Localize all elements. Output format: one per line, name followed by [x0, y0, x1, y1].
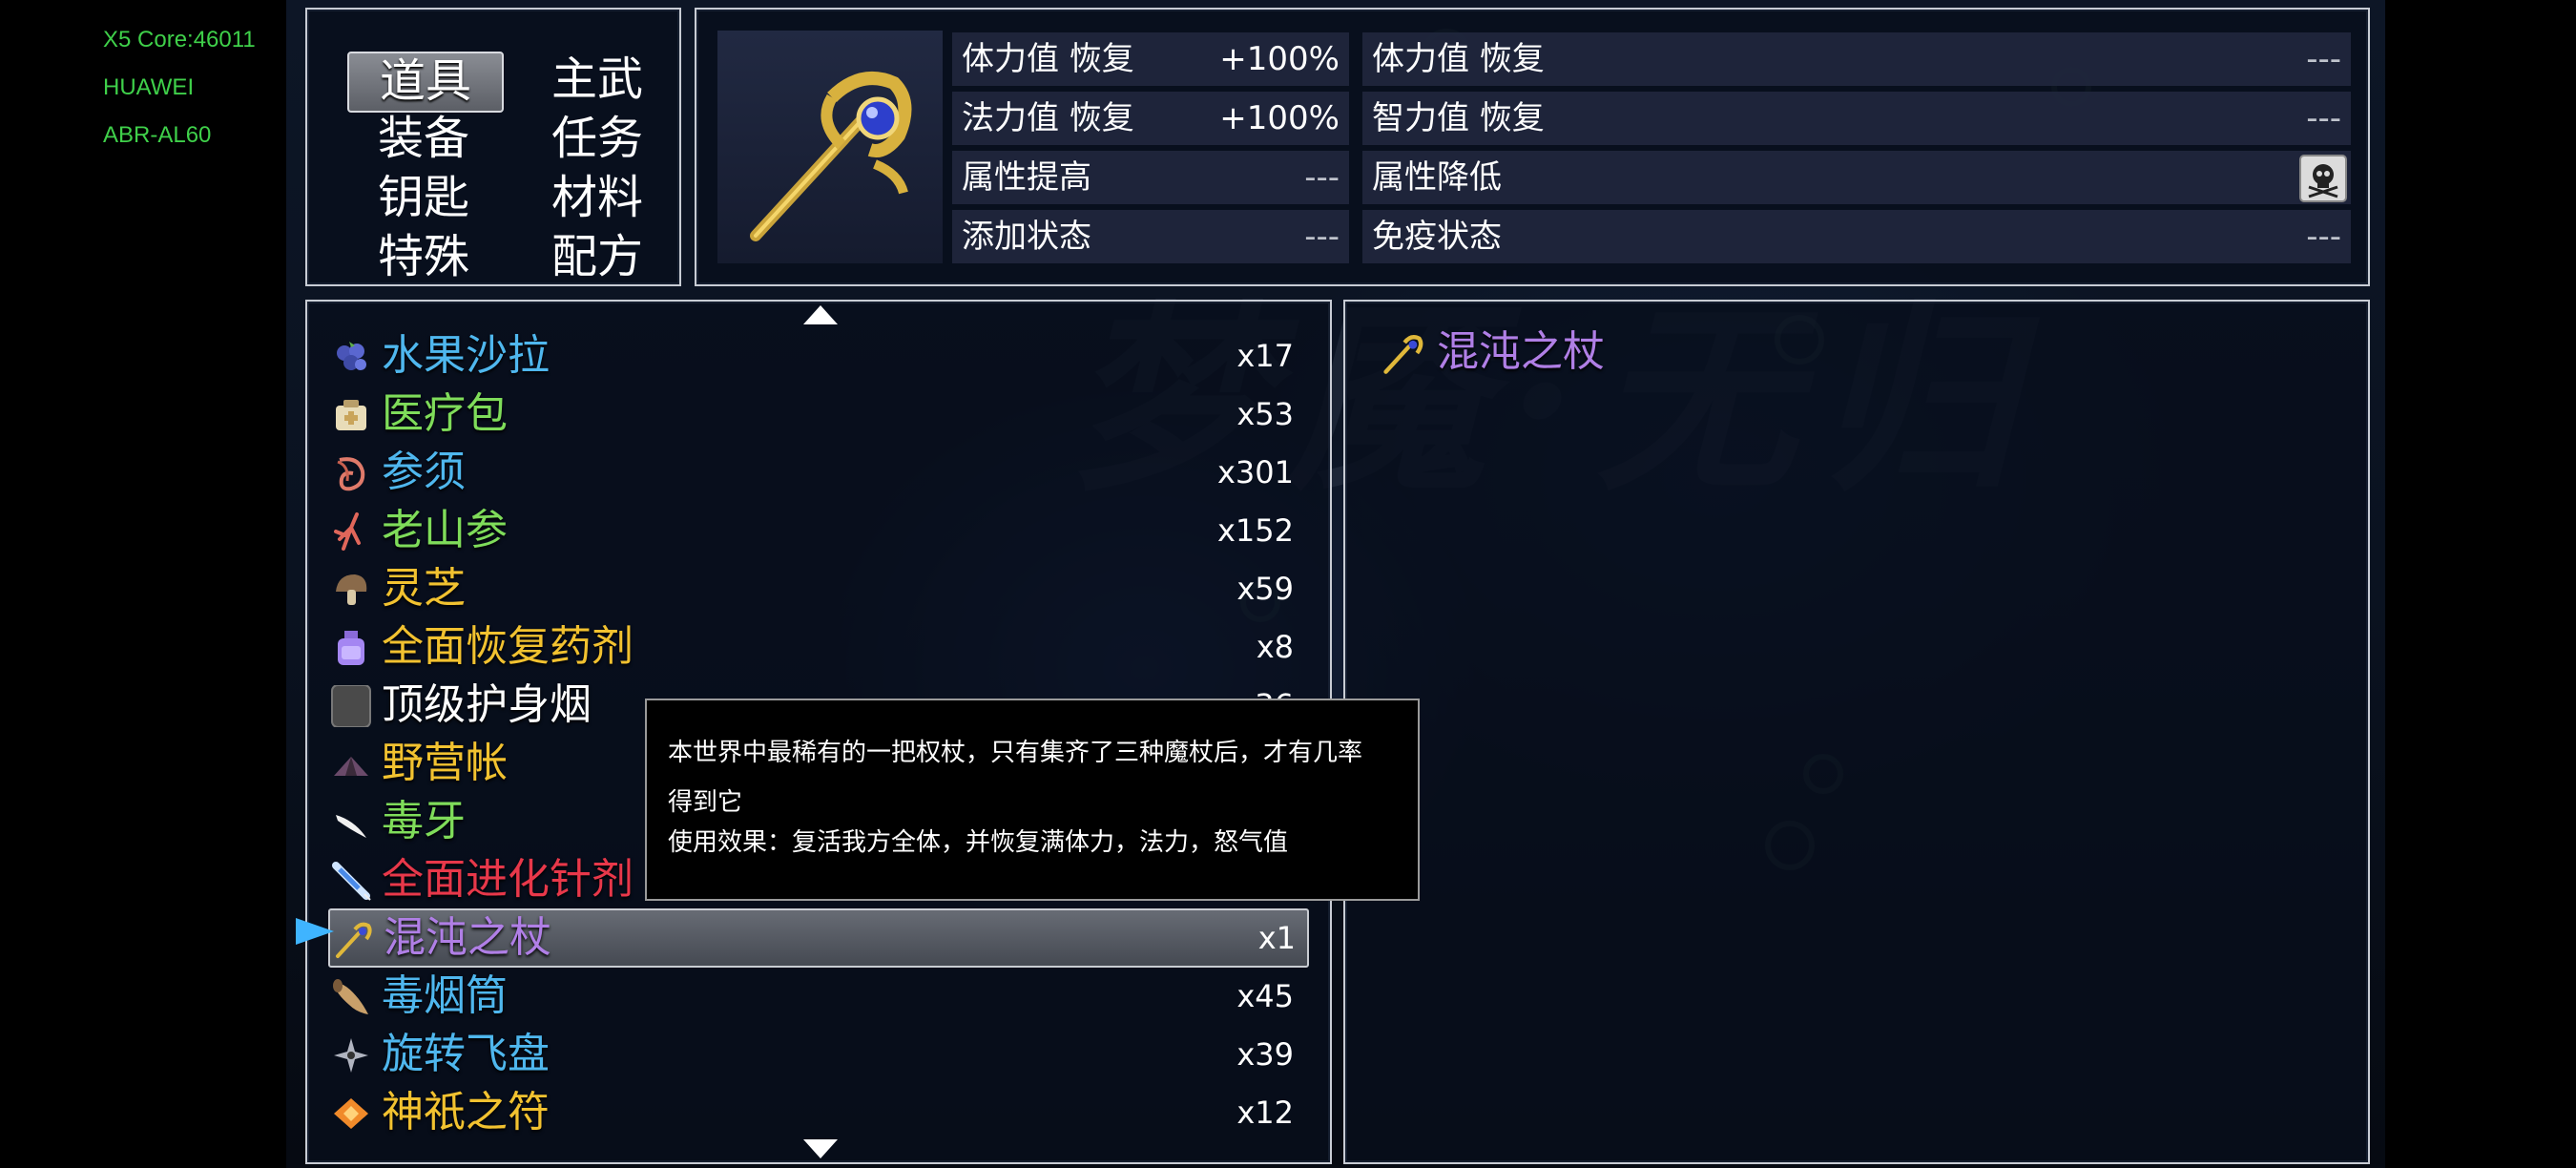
staff-icon	[750, 72, 912, 241]
selection-cursor-icon	[296, 918, 334, 945]
item-name: 全面进化针剂	[382, 855, 634, 904]
stat-label: 属性提高	[962, 158, 1091, 197]
staff-icon	[1383, 335, 1423, 374]
tooltip-line-3: 使用效果：复活我方全体，并恢复满体力，法力，怒气值	[668, 828, 1289, 857]
item-quantity: x53	[1236, 396, 1294, 432]
list-item[interactable]: 毒烟筒 x45	[328, 969, 1305, 1024]
stat-label: 添加状态	[962, 218, 1091, 256]
syringe-icon	[332, 862, 371, 901]
item-quantity: x12	[1236, 1095, 1294, 1131]
shuriken-icon	[334, 1038, 368, 1073]
category-tab-recipes[interactable]: 配方	[521, 229, 674, 286]
category-tab-special[interactable]: 特殊	[347, 229, 500, 286]
device-info-brand: HUAWEI	[103, 74, 195, 100]
stat-row-hp-recover: 体力值 恢复 +100%	[952, 32, 1349, 86]
stat-row-add-state: 添加状态 ---	[952, 210, 1349, 263]
tent-icon	[334, 757, 368, 776]
item-name: 野营帐	[382, 739, 508, 787]
stat-value: ---	[2306, 40, 2341, 78]
stat-row-int-recover: 智力值 恢复 ---	[1362, 92, 2351, 145]
tooltip-line-1: 本世界中最稀有的一把权杖，只有集齐了三种魔杖后，才有几率	[668, 739, 1363, 767]
stat-row-mp-recover: 法力值 恢复 +100%	[952, 92, 1349, 145]
device-info-core: X5 Core:46011	[103, 27, 256, 52]
skull-icon	[2299, 155, 2347, 202]
potion-icon	[338, 631, 364, 665]
list-item[interactable]: 神祇之符 x12	[328, 1085, 1305, 1140]
stat-value: +100%	[1219, 99, 1340, 137]
scroll-down-arrow-icon[interactable]	[803, 1139, 838, 1158]
medkit-icon	[336, 400, 366, 430]
stat-value: ---	[2306, 99, 2341, 137]
item-quantity: x45	[1236, 978, 1294, 1014]
item-quantity: x1	[1257, 920, 1296, 956]
item-name: 神祇之符	[382, 1088, 550, 1137]
item-quantity: x39	[1236, 1036, 1294, 1073]
item-effect-window: 体力值 恢复 +100% 法力值 恢复 +100% 属性提高 --- 添加状态 …	[695, 8, 2370, 286]
item-quantity: x17	[1236, 338, 1294, 374]
item-quantity: x152	[1216, 512, 1294, 549]
item-name: 医疗包	[382, 389, 508, 438]
stat-row-attr-down: 属性降低	[1362, 151, 2351, 204]
item-name: 水果沙拉	[382, 331, 550, 380]
item-detail-window	[1343, 300, 2370, 1164]
stat-row-stamina-recover: 体力值 恢复 ---	[1362, 32, 2351, 86]
fang-icon	[336, 815, 366, 838]
list-item[interactable]: 旋转飞盘 x39	[328, 1027, 1305, 1082]
list-item[interactable]: 全面恢复药剂 x8	[328, 619, 1305, 675]
stat-label: 智力值 恢复	[1372, 99, 1545, 137]
list-item[interactable]: 灵芝 x59	[328, 561, 1305, 616]
horn-icon	[333, 979, 368, 1014]
stat-value: ---	[2306, 218, 2341, 256]
stat-value: +100%	[1219, 40, 1340, 78]
device-info: X5 Core:46011 HUAWEI ABR-AL60	[103, 23, 256, 166]
stat-label: 体力值 恢复	[962, 40, 1134, 78]
item-name: 毒烟筒	[382, 971, 508, 1020]
staff-icon	[336, 922, 372, 958]
list-item-selected[interactable]: 混沌之杖 x1	[328, 908, 1309, 968]
item-name: 参须	[382, 448, 466, 496]
ginseng-icon	[334, 512, 361, 551]
detail-item-name: 混沌之杖	[1437, 327, 1605, 376]
item-name: 混沌之杖	[384, 913, 551, 962]
category-tab-keys[interactable]: 钥匙	[347, 170, 500, 227]
stat-row-immune-state: 免疫状态 ---	[1362, 210, 2351, 263]
item-quantity: x301	[1216, 454, 1294, 490]
item-quantity: x59	[1236, 571, 1294, 607]
category-tab-main-weapon[interactable]: 主武	[521, 52, 674, 109]
stat-label: 体力值 恢复	[1372, 40, 1545, 78]
category-tab-quests[interactable]: 任务	[521, 111, 674, 168]
item-name: 旋转飞盘	[382, 1030, 550, 1078]
category-tab-equipment[interactable]: 装备	[347, 111, 500, 168]
list-item[interactable]: 水果沙拉 x17	[328, 328, 1305, 384]
tooltip-line-2: 得到它	[668, 788, 743, 817]
item-name: 全面恢复药剂	[382, 622, 634, 671]
list-item[interactable]: 医疗包 x53	[328, 386, 1305, 442]
device-info-model: ABR-AL60	[103, 122, 212, 148]
item-portrait	[717, 31, 943, 263]
blank-icon	[331, 685, 371, 727]
stat-label: 法力值 恢复	[962, 99, 1134, 137]
item-name: 老山参	[382, 506, 508, 554]
list-item[interactable]: 参须 x301	[328, 445, 1305, 500]
stat-value: ---	[1304, 158, 1340, 197]
talisman-icon	[334, 1098, 368, 1129]
item-name: 毒牙	[382, 797, 466, 845]
stat-row-attr-up: 属性提高 ---	[952, 151, 1349, 204]
category-tab-items[interactable]: 道具	[347, 52, 504, 113]
item-description-tooltip: 本世界中最稀有的一把权杖，只有集齐了三种魔杖后，才有几率 得到它 使用效果：复活…	[645, 699, 1420, 901]
mushroom-icon	[336, 574, 367, 605]
item-name: 灵芝	[382, 564, 466, 613]
item-quantity: x8	[1256, 629, 1294, 665]
root-icon	[337, 457, 365, 491]
stat-label: 免疫状态	[1372, 218, 1502, 256]
category-tab-materials[interactable]: 材料	[521, 170, 674, 227]
category-window: 道具 主武 装备 任务 钥匙 材料 特殊 配方	[305, 8, 681, 286]
item-name: 顶级护身烟	[382, 680, 592, 729]
list-item[interactable]: 老山参 x152	[328, 503, 1305, 558]
stat-label: 属性降低	[1372, 158, 1502, 197]
scroll-up-arrow-icon[interactable]	[803, 305, 838, 324]
stat-value: ---	[1304, 218, 1340, 256]
berries-icon	[337, 342, 366, 370]
